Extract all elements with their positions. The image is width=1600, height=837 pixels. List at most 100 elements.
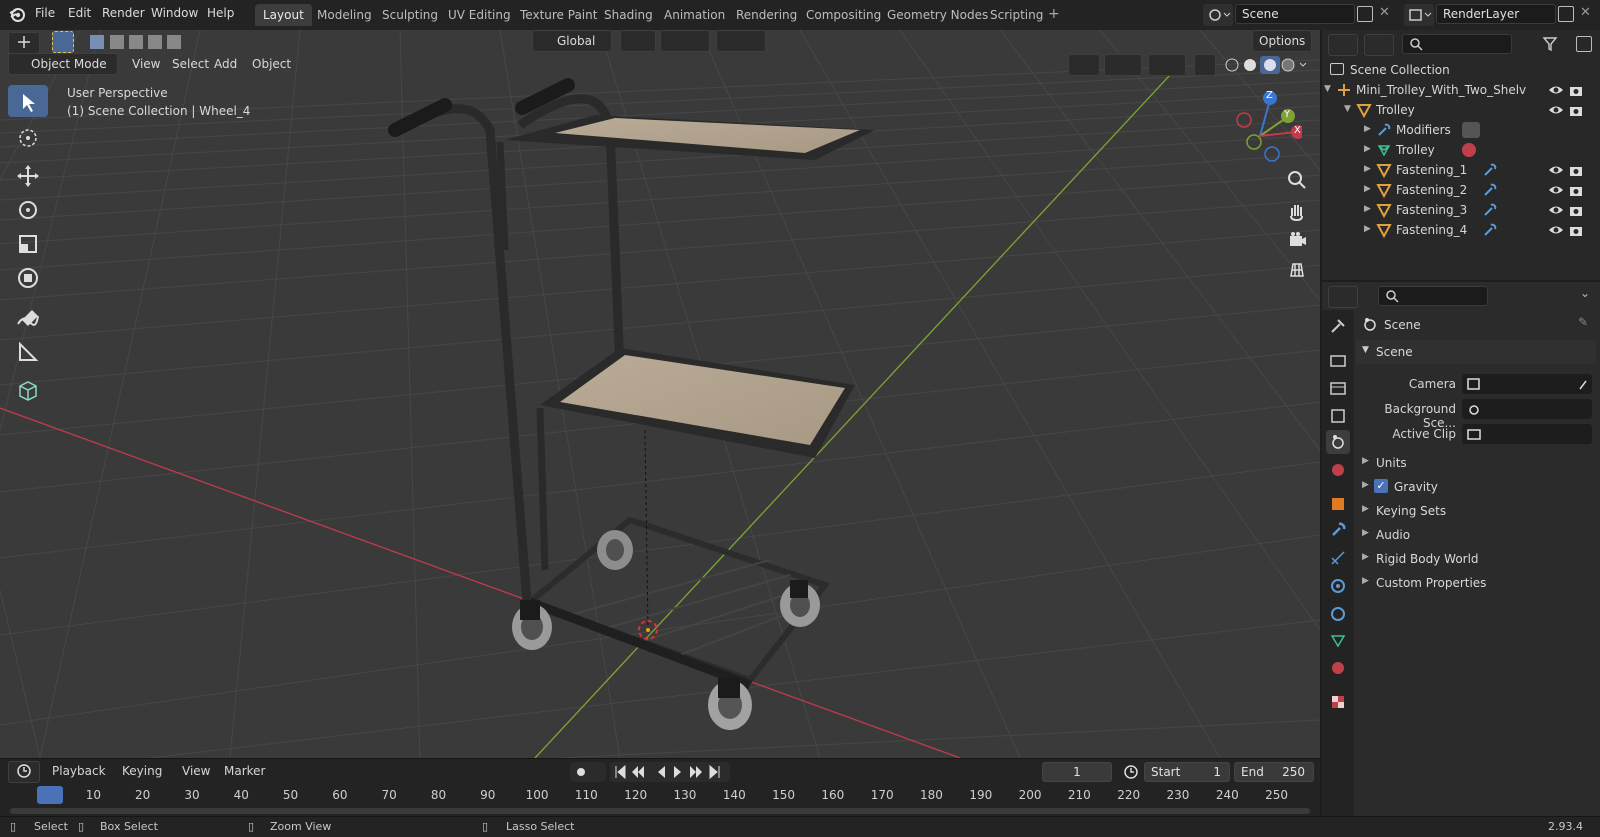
world-tab-icon[interactable] [1326,458,1350,482]
scene-selector-button[interactable] [1203,4,1233,26]
measure-tool[interactable] [8,336,48,368]
expand-toggle-icon[interactable]: ▼ [1324,84,1331,94]
camera-render-icon[interactable] [1568,82,1584,98]
modifier-tab-icon[interactable] [1326,518,1350,542]
shading-mode-buttons[interactable] [1222,54,1314,76]
outliner-display-mode-dropdown[interactable] [1364,34,1394,56]
tab-geometry-nodes[interactable]: Geometry Nodes [879,4,996,26]
eye-icon[interactable] [1548,222,1564,238]
eye-icon[interactable] [1548,102,1564,118]
xray-toggle[interactable] [1194,54,1216,76]
move-tool[interactable] [8,160,48,192]
outliner-row[interactable]: ▼ Mini_Trolley_With_Two_Shelv [1322,80,1600,100]
expand-toggle-icon[interactable]: ▼ [1344,104,1351,114]
menu-file[interactable]: File [35,6,55,20]
wrench-icon[interactable] [1482,162,1498,178]
select-mode-icon[interactable] [52,31,74,53]
outliner-row[interactable]: ▶ Fastening_2 [1322,180,1600,200]
properties-editor-type-button[interactable] [1328,286,1358,308]
perspective-toggle-icon[interactable] [1283,256,1311,284]
gizmo-toggle[interactable] [1104,54,1142,76]
scene-tab-icon[interactable] [1326,430,1350,454]
custom-properties-panel-header[interactable]: ▶ Custom Properties [1356,572,1596,596]
add-cube-tool[interactable] [8,374,48,406]
timeline-scrollbar[interactable] [10,808,1310,814]
object-tab-icon[interactable] [1326,492,1350,516]
outliner[interactable]: Scene Collection ▼ Mini_Trolley_With_Two_… [1322,30,1600,280]
physics-tab-icon[interactable] [1326,574,1350,598]
modifier-badge-icon[interactable] [1462,122,1480,138]
3d-viewport[interactable]: Object Mode View Select Add Object Globa… [0,30,1320,758]
data-tab-icon[interactable] [1326,628,1350,652]
expand-toggle-icon[interactable]: ▶ [1364,124,1371,134]
wrench-icon[interactable] [1482,182,1498,198]
object-menu[interactable]: Object [252,57,291,71]
properties-options-chevron-icon[interactable]: ⌄ [1580,286,1590,300]
new-view-layer-icon[interactable] [1558,6,1574,22]
wrench-icon[interactable] [1482,202,1498,218]
snap-toggle[interactable] [660,30,710,52]
tab-compositing[interactable]: Compositing [798,4,889,26]
pan-hand-icon[interactable] [1283,196,1311,224]
menu-help[interactable]: Help [207,6,234,20]
annotate-tool[interactable] [8,302,48,334]
tab-sculpting[interactable]: Sculpting [374,4,446,26]
blender-logo-icon[interactable] [8,5,26,23]
tab-rendering[interactable]: Rendering [728,4,805,26]
scene-name-field[interactable]: Scene [1235,4,1355,24]
expand-toggle-icon[interactable]: ▶ [1364,184,1371,194]
selection-mode-buttons[interactable] [88,33,183,51]
visibility-dropdown[interactable] [1068,54,1100,76]
filter-icon[interactable] [1542,36,1564,52]
properties-search-input[interactable] [1378,286,1488,306]
units-panel-header[interactable]: ▶ Units [1356,452,1596,476]
zoom-icon[interactable] [1283,166,1311,194]
properties-tabs[interactable] [1322,310,1354,816]
viewport-scene[interactable] [0,30,1320,758]
menu-render[interactable]: Render [102,6,145,20]
tab-layout[interactable]: Layout [255,4,312,26]
cursor-tool[interactable] [8,122,48,154]
transform-orientation-dropdown[interactable]: Global [532,30,612,52]
view-menu[interactable]: View [132,57,160,71]
tab-animation[interactable]: Animation [656,4,733,26]
add-menu[interactable]: Add [214,57,237,71]
view-layer-tab-icon[interactable] [1326,404,1350,428]
tab-uv-editing[interactable]: UV Editing [440,4,519,26]
render-tab-icon[interactable] [1326,348,1350,372]
outliner-row[interactable]: ▶ Fastening_4 [1322,220,1600,240]
keying-sets-panel-header[interactable]: ▶ Keying Sets [1356,500,1596,524]
camera-field[interactable] [1462,374,1592,394]
select-box-tool[interactable] [8,85,48,117]
expand-toggle-icon[interactable]: ▶ [1364,164,1371,174]
expand-toggle-icon[interactable]: ▶ [1364,204,1371,214]
wheel-back-left[interactable] [597,530,633,570]
camera-view-icon[interactable] [1283,226,1311,254]
overlays-toggle[interactable] [1148,54,1186,76]
tab-texture-paint[interactable]: Texture Paint [512,4,605,26]
outliner-row[interactable]: ▶ Modifiers [1322,120,1600,140]
outliner-scene-collection[interactable]: Scene Collection [1322,60,1600,80]
camera-render-icon[interactable] [1568,162,1584,178]
navigation-gizmo[interactable]: Z Y X [1232,88,1302,162]
editor-type-button[interactable] [8,32,40,54]
object-mode-dropdown[interactable]: Object Mode [8,53,118,75]
options-dropdown[interactable]: Options [1252,30,1312,52]
outliner-row[interactable]: ▶ Fastening_1 [1322,160,1600,180]
select-menu[interactable]: Select [172,57,209,71]
delete-view-layer-icon[interactable]: ✕ [1580,5,1591,20]
proportional-editing-toggle[interactable] [716,30,766,52]
delete-scene-icon[interactable]: ✕ [1379,5,1390,20]
gravity-panel-header[interactable]: ▶ ✓ Gravity [1356,476,1596,500]
output-tab-icon[interactable] [1326,376,1350,400]
outliner-editor-type-button[interactable] [1328,34,1358,56]
eye-icon[interactable] [1548,162,1564,178]
camera-render-icon[interactable] [1568,102,1584,118]
outliner-row[interactable]: ▶ Fastening_3 [1322,200,1600,220]
scene-panel-header[interactable]: ▼ Scene [1356,340,1596,364]
expand-toggle-icon[interactable]: ▶ [1364,224,1371,234]
timeline-editor[interactable]: Playback Keying View Marker 1 Start 1 En… [0,758,1320,816]
add-workspace-icon[interactable]: + [1048,6,1060,22]
outliner-search-input[interactable] [1402,34,1512,54]
tab-modeling[interactable]: Modeling [309,4,380,26]
